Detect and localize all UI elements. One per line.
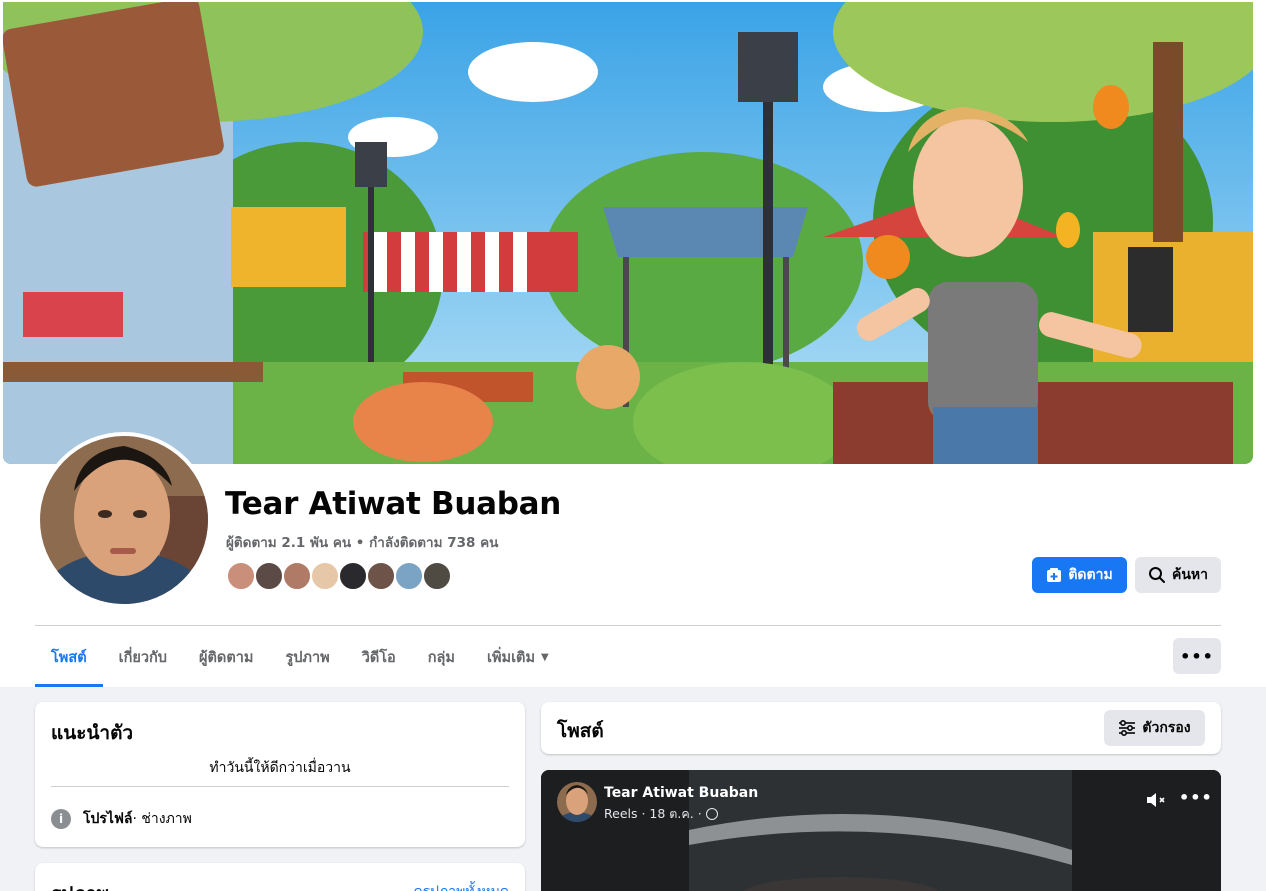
posts-header-card: โพสต์ ตัวกรอง	[541, 702, 1221, 754]
tab-photos[interactable]: รูปภาพ	[269, 627, 345, 687]
profile-avatar[interactable]	[36, 432, 212, 608]
reel-more-button[interactable]: •••	[1179, 788, 1213, 807]
tab-followers[interactable]: ผู้ติดตาม	[183, 627, 269, 687]
posts-title: โพสต์	[557, 720, 604, 742]
intro-bio: ทำวันนี้ให้ดีกว่าเมื่อวาน	[209, 760, 351, 776]
follower-avatar[interactable]	[254, 561, 284, 591]
intro-card: แนะนำตัว ทำวันนี้ให้ดีกว่าเมื่อวาน i โปร…	[35, 702, 525, 847]
header-divider	[35, 625, 1221, 626]
follower-stats[interactable]: ผู้ติดตาม 2.1 พัน คน • กำลังติดตาม 738 ค…	[226, 531, 498, 553]
reel-meta-text: Reels · 18 ต.ค. ·	[604, 806, 702, 821]
follower-avatar[interactable]	[366, 561, 396, 591]
cover-photo[interactable]	[3, 2, 1253, 464]
tab-more[interactable]: เพิ่มเติม ▼	[471, 627, 565, 687]
photos-title: รูปภาพ	[51, 879, 109, 891]
tab-groups[interactable]: กลุ่ม	[412, 627, 471, 687]
tab-videos[interactable]: วิดีโอ	[346, 627, 412, 687]
profile-name: Tear Atiwat Buaban	[225, 486, 562, 522]
intro-info-detail: · ช่างภาพ	[132, 811, 192, 827]
mute-icon[interactable]	[1145, 790, 1169, 810]
globe-icon	[705, 808, 718, 820]
intro-title: แนะนำตัว	[51, 722, 134, 744]
tab-about[interactable]: เกี่ยวกับ	[103, 627, 183, 687]
follow-button[interactable]: ติดตาม	[1032, 557, 1127, 593]
photos-card: รูปภาพ ดูรูปภาพทั้งหมด	[35, 863, 525, 891]
reel-author-name[interactable]: Tear Atiwat Buaban	[604, 785, 758, 801]
follower-avatar[interactable]	[338, 561, 368, 591]
intro-info-row: i โปรไฟล์ · ช่างภาพ	[51, 808, 192, 830]
follower-avatar[interactable]	[422, 561, 452, 591]
follow-button-label: ติดตาม	[1068, 567, 1113, 583]
see-all-photos-link[interactable]: ดูรูปภาพทั้งหมด	[414, 881, 509, 891]
reel-post[interactable]: Tear Atiwat Buaban Reels · 18 ต.ค. · •••	[541, 770, 1221, 891]
reel-meta: Reels · 18 ต.ค. ·	[604, 804, 718, 824]
filter-button-label: ตัวกรอง	[1142, 720, 1191, 736]
search-button[interactable]: ค้นหา	[1135, 557, 1221, 593]
chevron-down-icon: ▼	[541, 651, 549, 663]
info-icon: i	[51, 809, 71, 829]
follower-avatars	[226, 561, 452, 593]
intro-info-label: โปรไฟล์	[83, 811, 133, 827]
more-options-button[interactable]: •••	[1173, 638, 1221, 674]
intro-divider	[51, 786, 509, 787]
profile-header: Tear Atiwat Buaban ผู้ติดตาม 2.1 พัน คน …	[0, 0, 1266, 687]
follower-avatar[interactable]	[282, 561, 312, 591]
follower-avatar[interactable]	[226, 561, 256, 591]
filter-icon	[1119, 720, 1136, 736]
tab-posts[interactable]: โพสต์	[35, 627, 103, 687]
follow-icon	[1047, 568, 1062, 582]
follower-avatar[interactable]	[310, 561, 340, 591]
filter-button[interactable]: ตัวกรอง	[1104, 710, 1205, 746]
profile-tabs: โพสต์ เกี่ยวกับ ผู้ติดตาม รูปภาพ วิดีโอ …	[35, 627, 565, 687]
follower-avatar[interactable]	[394, 561, 424, 591]
search-icon	[1148, 567, 1165, 583]
search-button-label: ค้นหา	[1171, 567, 1209, 583]
reel-author-avatar[interactable]	[557, 782, 597, 822]
